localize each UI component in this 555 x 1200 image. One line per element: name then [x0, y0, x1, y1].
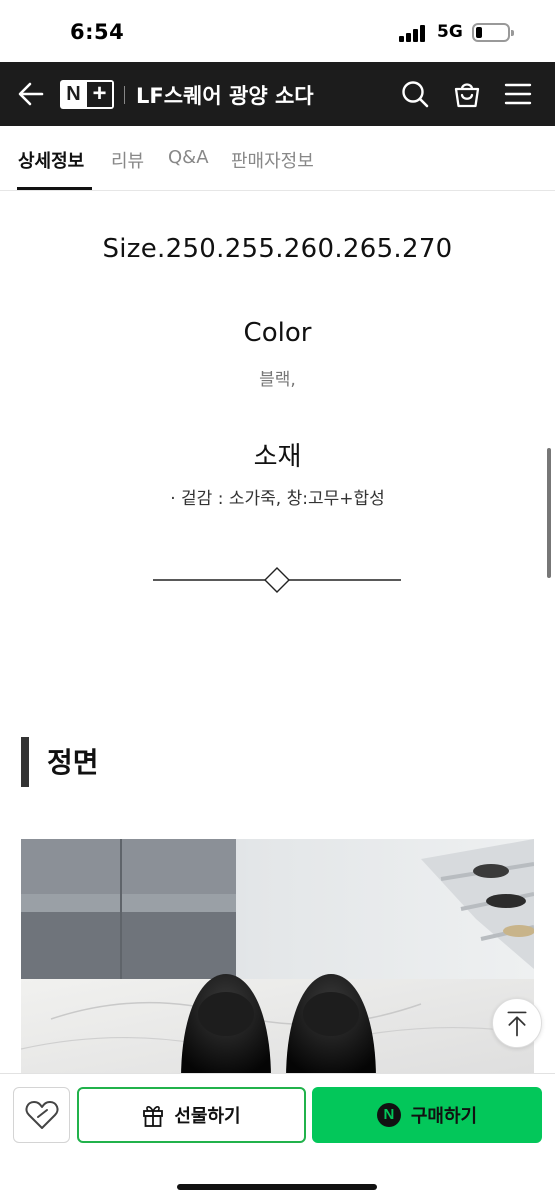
- color-heading: Color: [243, 318, 312, 348]
- tab-details[interactable]: 상세정보: [18, 147, 84, 173]
- npay-icon: N: [376, 1103, 401, 1127]
- tab-reviews[interactable]: 리뷰: [111, 147, 144, 173]
- header-divider: [124, 86, 125, 104]
- size-info: Size.250.255.260.265.270: [102, 234, 453, 264]
- logo-n: N: [66, 83, 81, 105]
- purchase-bar: 선물하기 N 구매하기: [0, 1073, 555, 1200]
- product-photo: [21, 839, 534, 1079]
- tab-qna[interactable]: Q&A: [168, 147, 209, 168]
- shopping-bag-icon[interactable]: [452, 79, 482, 109]
- signal-icon: [399, 24, 429, 42]
- buy-button[interactable]: N 구매하기: [312, 1087, 542, 1143]
- material-heading: 소재: [253, 442, 302, 472]
- app-header: N + LF스퀘어 광양 소다: [0, 62, 555, 126]
- active-tab-underline: [17, 187, 92, 190]
- home-indicator[interactable]: [177, 1184, 377, 1190]
- section-title: 정면: [47, 746, 99, 779]
- scrollbar[interactable]: [547, 448, 551, 578]
- wishlist-button[interactable]: [13, 1087, 70, 1143]
- status-bar: 6:54 5G: [0, 0, 555, 62]
- menu-icon[interactable]: [503, 79, 533, 109]
- section-marker: [21, 737, 29, 787]
- store-title[interactable]: LF스퀘어 광양 소다: [136, 80, 314, 110]
- network-type: 5G: [437, 22, 463, 42]
- battery-icon: [472, 23, 514, 42]
- scroll-to-top-button[interactable]: [492, 998, 542, 1048]
- naver-plus-logo[interactable]: N +: [60, 80, 114, 109]
- status-time: 6:54: [70, 20, 125, 44]
- diamond-divider: [153, 567, 401, 593]
- gift-icon: [143, 1106, 164, 1127]
- material-value: · 겉감 : 소가죽, 창:고무+합성: [170, 489, 385, 509]
- wishlist-heart-icon: [25, 1101, 59, 1129]
- buy-button-label: 구매하기: [410, 1106, 478, 1127]
- back-arrow-icon[interactable]: [16, 80, 46, 108]
- search-icon[interactable]: [400, 79, 430, 109]
- detail-tab-bar: 상세정보 리뷰 Q&A 판매자정보: [0, 126, 555, 191]
- logo-plus: +: [87, 82, 112, 107]
- tab-seller-info[interactable]: 판매자정보: [231, 147, 314, 173]
- gift-button-label: 선물하기: [174, 1106, 241, 1127]
- color-value: 블랙,: [259, 370, 296, 390]
- shoe-photo-illustration: [21, 839, 534, 1079]
- gift-button[interactable]: 선물하기: [77, 1087, 306, 1143]
